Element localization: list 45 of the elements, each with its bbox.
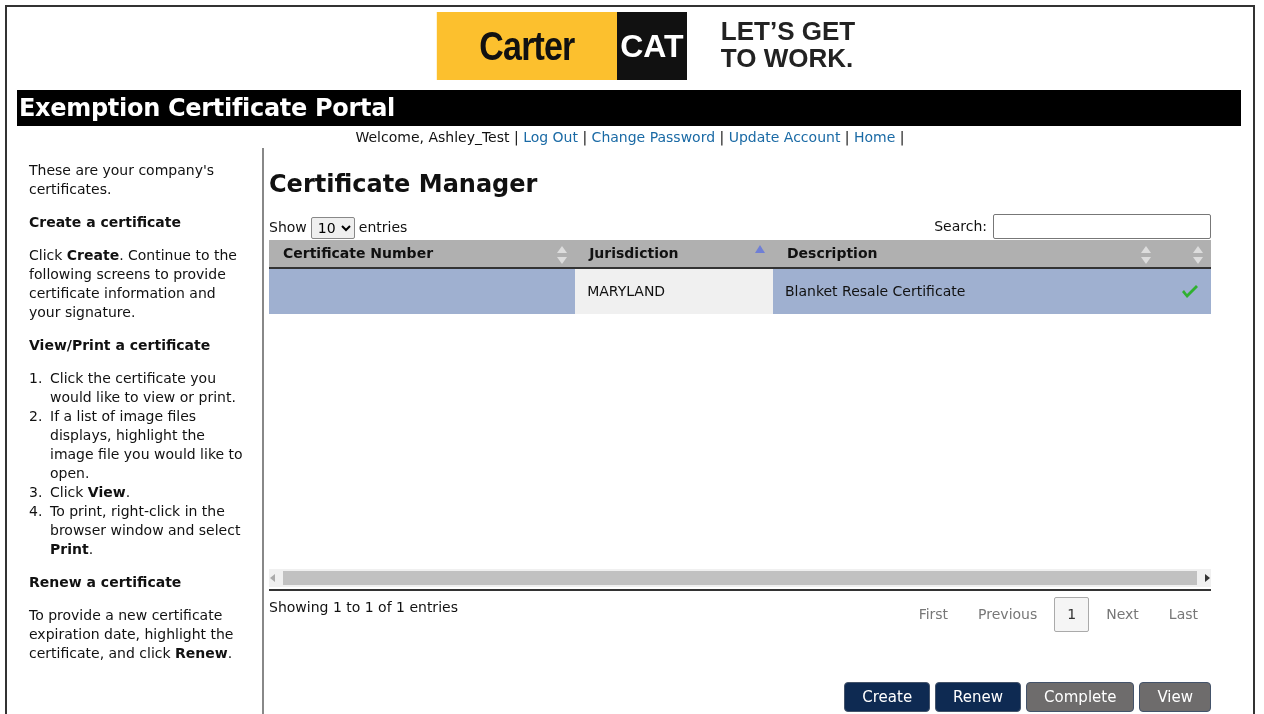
table-cell: MARYLAND: [587, 282, 666, 299]
separator-text: |: [513, 129, 519, 145]
logo-slogan-text: LET’S GET: [720, 18, 856, 46]
help-step: To print, right-click in the browser window and select Print.: [50, 502, 248, 559]
help-heading: Create a certificate: [29, 213, 182, 232]
help-heading: Renew a certificate: [29, 573, 183, 592]
search-label: Search:: [934, 216, 987, 236]
step-number: 3.: [29, 483, 44, 502]
pagination-button[interactable]: 1: [1054, 596, 1090, 632]
help-text: Click Create. Continue to the following screens to provide certificate information and your signature.: [29, 246, 238, 322]
step-number: 2.: [29, 407, 44, 426]
table-cell: Blanket Resale Certificate: [784, 282, 966, 299]
help-step: If a list of image files displays, highlight the image file you would like to open.: [50, 407, 248, 483]
step-number: 1.: [29, 369, 44, 388]
separator-text: |: [582, 129, 588, 145]
nav-link[interactable]: Log Out: [523, 129, 578, 145]
nav-link[interactable]: Update Account: [728, 129, 841, 145]
help-text: These are your company's certificates.: [29, 161, 216, 199]
entries-dropdown[interactable]: 10: [310, 216, 355, 239]
logo-badge-text: CAT: [616, 12, 687, 80]
help-step: Click the certificate you would like to view or print.: [50, 369, 248, 407]
scroll-right-icon: [1203, 572, 1211, 583]
action-button[interactable]: Create: [844, 681, 931, 713]
search-field[interactable]: [993, 213, 1211, 239]
welcome-text: Welcome, Ashley_Test: [355, 129, 510, 145]
column-header[interactable]: Description: [786, 244, 878, 261]
scroll-left-icon: [269, 572, 277, 583]
horizontal-scrollbar[interactable]: [269, 568, 1211, 587]
page-title: Certificate Manager: [269, 170, 539, 199]
label-text: Show: [269, 218, 307, 238]
label-text: entries: [358, 218, 408, 238]
table-info-text: Showing 1 to 1 of 1 entries: [269, 597, 458, 617]
step-number: 4.: [29, 502, 44, 521]
separator-text: |: [899, 129, 905, 145]
logo-slogan-text: TO WORK.: [720, 45, 855, 73]
nav-link[interactable]: Change Password: [591, 129, 716, 145]
help-heading: View/Print a certificate: [29, 336, 212, 355]
nav-link[interactable]: Home: [854, 129, 896, 145]
logo-brand-text: Carter: [436, 12, 617, 80]
help-step: Click View.: [50, 483, 131, 502]
action-button[interactable]: Renew: [935, 681, 1022, 713]
separator-text: |: [719, 129, 725, 145]
separator-text: |: [844, 129, 850, 145]
help-text: To provide a new certificate expiration date, highlight the certificate, and click Renew.: [29, 606, 235, 663]
portal-title: Exemption Certificate Portal: [18, 93, 395, 124]
